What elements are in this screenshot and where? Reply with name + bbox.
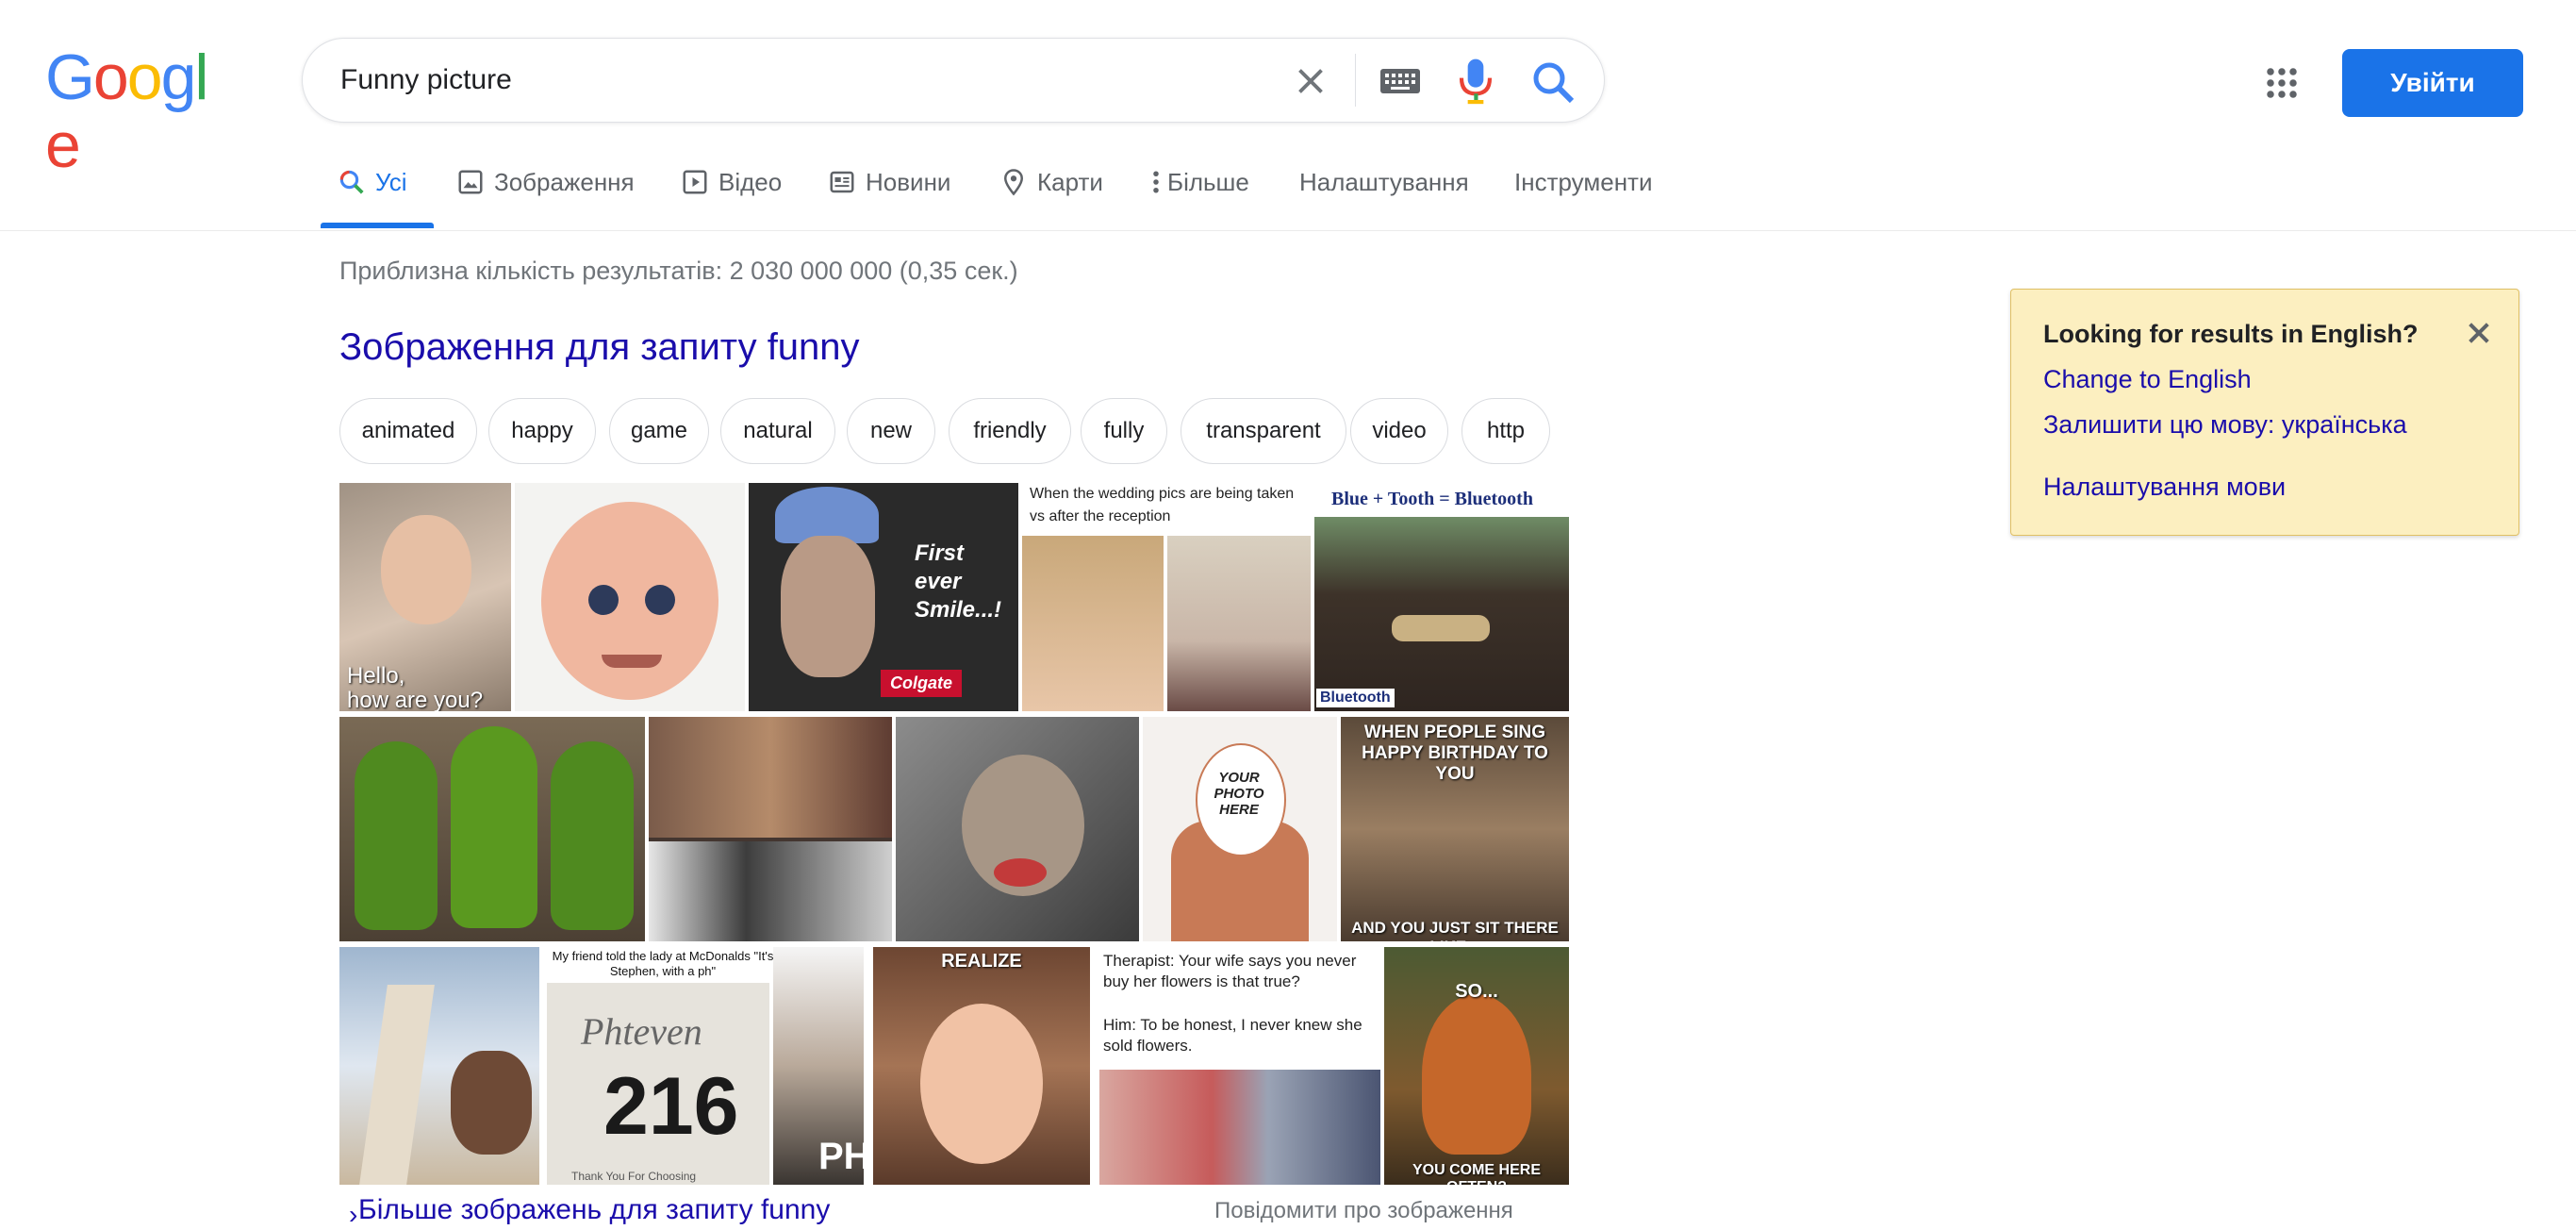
tab-label: Більше <box>1167 168 1249 196</box>
chevron-right-icon: › <box>349 1200 358 1229</box>
image-caption: AND YOU JUST SIT THERE LIKE... <box>1351 919 1559 941</box>
chip-animated[interactable]: animated <box>339 398 477 464</box>
logo-letter: g <box>160 42 197 113</box>
tab-maps[interactable]: Карти <box>999 166 1103 228</box>
tab-settings[interactable]: Налаштування <box>1299 166 1469 228</box>
chip-game[interactable]: game <box>609 398 709 464</box>
news-icon <box>830 171 854 193</box>
image-caption: WHEN PEOPLE SING HAPPY BIRTHDAY TO YOU <box>1362 723 1548 784</box>
image-result-therapist[interactable]: Therapist: Your wife says you never buy … <box>1099 947 1380 1185</box>
tab-tools[interactable]: Інструменти <box>1514 166 1653 228</box>
image-result-monkey-birthday[interactable]: WHEN PEOPLE SING HAPPY BIRTHDAY TO YOU A… <box>1341 717 1569 941</box>
logo-letter: o <box>92 42 129 113</box>
image-caption: Therapist: Your wife says you never buy … <box>1103 952 1357 990</box>
image-result-wedding[interactable]: When the wedding pics are being taken vs… <box>1022 483 1311 711</box>
tab-label: Новини <box>866 168 951 196</box>
image-caption: Phteven <box>581 1010 702 1053</box>
search-box[interactable]: Funny picture <box>302 38 1605 123</box>
tab-label: Відео <box>718 168 783 196</box>
image-caption: Thank You For Choosing <box>571 1170 697 1183</box>
chip-new[interactable]: new <box>847 398 935 464</box>
tab-news[interactable]: Новини <box>828 166 950 228</box>
tab-label: Карти <box>1037 168 1103 196</box>
change-to-english-link[interactable]: Change to English <box>2043 365 2252 394</box>
image-caption: My friend told the lady at McDonalds "It… <box>552 949 774 978</box>
tab-label: Усі <box>375 168 407 196</box>
logo-letter: e <box>45 109 81 181</box>
image-caption: Him: To be honest, I never knew she sold… <box>1103 1016 1362 1055</box>
close-icon[interactable] <box>2464 318 2494 348</box>
search-icon <box>339 170 364 194</box>
report-images-link[interactable]: Повідомити про зображення <box>1214 1198 1513 1224</box>
image-caption: YOUR PHOTO HERE <box>1214 770 1264 818</box>
tab-label: Інструменти <box>1514 168 1653 196</box>
chip-fully[interactable]: fully <box>1081 398 1167 464</box>
more-vert-icon <box>1153 171 1159 193</box>
images-heading[interactable]: Зображення для запиту funny <box>339 326 860 369</box>
map-pin-icon <box>1003 169 1024 196</box>
caption-line: Smile...! <box>915 597 1002 623</box>
image-result-orangutan[interactable]: SO... YOU COME HERE OFTEN? <box>1384 947 1569 1185</box>
chip-video[interactable]: video <box>1350 398 1448 464</box>
image-caption: YOU COME HERE OFTEN? <box>1412 1162 1541 1185</box>
image-caption: Bluetooth <box>1316 689 1395 707</box>
chip-friendly[interactable]: friendly <box>949 398 1071 464</box>
video-icon <box>683 170 707 194</box>
microphone-icon[interactable] <box>1457 58 1494 105</box>
image-caption: Hello, how are you? <box>347 663 484 712</box>
clear-icon[interactable] <box>1289 59 1332 103</box>
chip-natural[interactable]: natural <box>720 398 835 464</box>
image-result-pisa[interactable] <box>339 947 539 1185</box>
sign-in-button[interactable]: Увійти <box>2342 49 2523 117</box>
tab-video[interactable]: Відео <box>681 166 782 228</box>
apps-grid-icon[interactable] <box>2265 66 2299 100</box>
keep-language-link[interactable]: Залишити цю мову: українська <box>2043 410 2407 440</box>
caption-line: ever <box>915 569 962 594</box>
image-caption: Blue + Tooth = Bluetooth <box>1331 489 1533 509</box>
logo-letter: o <box>126 42 163 113</box>
active-tab-indicator <box>321 223 434 228</box>
logo-letter: l <box>194 42 208 113</box>
tab-all[interactable]: Усі <box>338 166 407 228</box>
search-divider <box>1355 54 1356 107</box>
image-caption: Colgate <box>881 670 963 697</box>
image-caption: When the wedding pics are being taken vs… <box>1030 486 1295 524</box>
language-suggestion-box: Looking for results in English? Change t… <box>2010 289 2519 536</box>
image-caption: 216 <box>603 1061 739 1152</box>
image-result-monkey-lips[interactable] <box>896 717 1139 941</box>
chip-http[interactable]: http <box>1461 398 1550 464</box>
tab-more[interactable]: Більше <box>1150 166 1249 228</box>
logo-letter: G <box>45 42 95 113</box>
chip-transparent[interactable]: transparent <box>1181 398 1346 464</box>
caption-line: First <box>915 540 965 566</box>
image-result-baby[interactable]: Hello, how are you? <box>339 483 511 711</box>
search-input[interactable]: Funny picture <box>340 61 512 99</box>
search-icon[interactable] <box>1530 59 1576 105</box>
image-icon <box>458 170 483 194</box>
language-settings-link[interactable]: Налаштування мови <box>2043 473 2286 502</box>
chip-happy[interactable]: happy <box>488 398 596 464</box>
image-result-bengali-meme[interactable] <box>649 717 892 941</box>
image-caption: REALIZE <box>941 951 1022 972</box>
tab-label: Налаштування <box>1299 168 1469 196</box>
image-result-bluetooth[interactable]: Blue + Tooth = Bluetooth Bluetooth <box>1314 483 1569 711</box>
result-stats: Приблизна кількість результатів: 2 030 0… <box>339 257 1018 285</box>
image-result-first-smile[interactable]: First ever Smile...! Colgate <box>749 483 1018 711</box>
image-caption: PH <box>818 1136 864 1177</box>
keyboard-icon[interactable] <box>1379 63 1421 99</box>
image-result-realize[interactable]: REALIZE <box>873 947 1090 1185</box>
image-result-your-photo[interactable]: YOUR PHOTO HERE <box>1143 717 1337 941</box>
image-caption: SO... <box>1455 981 1498 1002</box>
image-result-kermits[interactable] <box>339 717 645 941</box>
tab-images[interactable]: Зображення <box>456 166 635 228</box>
more-images-link[interactable]: Більше зображень для запиту funny <box>358 1194 830 1226</box>
tab-label: Зображення <box>494 168 635 196</box>
image-result-phteven[interactable]: My friend told the lady at McDonalds "It… <box>543 947 864 1185</box>
image-result-baby-face[interactable] <box>515 483 745 711</box>
header-divider <box>0 230 2576 231</box>
language-box-title: Looking for results in English? <box>2043 320 2419 348</box>
google-logo[interactable]: Googl e <box>45 42 220 179</box>
